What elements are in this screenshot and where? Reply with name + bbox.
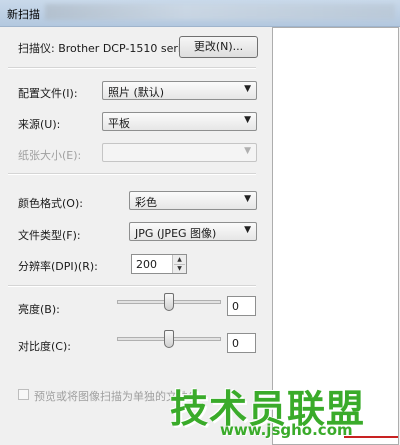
separator: [8, 285, 256, 287]
profile-label: 配置文件(I):: [18, 87, 78, 100]
source-label: 来源(U):: [18, 118, 61, 131]
title-bar: 新扫描: [0, 0, 400, 27]
color-format-label: 颜色格式(O):: [18, 197, 83, 210]
resolution-label: 分辨率(DPI)(R):: [18, 260, 98, 273]
watermark-url: www.jsgho.com: [220, 421, 353, 439]
title-bar-blur: [45, 4, 395, 20]
separate-files-checkbox[interactable]: [18, 389, 29, 400]
chevron-down-icon: ▼: [244, 225, 251, 235]
paper-size-select[interactable]: ▼: [102, 143, 257, 162]
chevron-down-icon: ▼: [244, 194, 251, 204]
contrast-value[interactable]: 0: [227, 333, 256, 353]
chevron-down-icon: ▼: [244, 84, 251, 94]
separator: [8, 67, 256, 69]
profile-value: 照片 (默认): [108, 86, 165, 99]
file-type-label: 文件类型(F):: [18, 229, 81, 242]
separator: [8, 173, 256, 175]
brightness-slider-thumb[interactable]: [164, 293, 174, 311]
brightness-label: 亮度(B):: [18, 303, 60, 316]
source-value: 平板: [108, 117, 130, 130]
contrast-label: 对比度(C):: [18, 340, 71, 353]
profile-select[interactable]: 照片 (默认) ▼: [102, 81, 257, 100]
color-format-value: 彩色: [135, 196, 157, 209]
chevron-down-icon: ▼: [244, 115, 251, 125]
resolution-spinbox[interactable]: 200 ▲ ▼: [131, 254, 187, 274]
chevron-down-icon: ▼: [244, 146, 251, 156]
arrow-down-icon[interactable]: ▼: [174, 264, 185, 273]
resolution-value: 200: [136, 258, 157, 271]
change-scanner-button[interactable]: 更改(N)...: [179, 36, 258, 58]
file-type-value: JPG (JPEG 图像): [135, 227, 217, 240]
brightness-value[interactable]: 0: [227, 296, 256, 316]
scanner-label: 扫描仪: Brother DCP-1510 series: [18, 42, 194, 55]
contrast-slider-thumb[interactable]: [164, 330, 174, 348]
file-type-select[interactable]: JPG (JPEG 图像) ▼: [129, 222, 257, 241]
source-select[interactable]: 平板 ▼: [102, 112, 257, 131]
window-title: 新扫描: [7, 8, 40, 21]
paper-size-label: 纸张大小(E):: [18, 149, 82, 162]
color-format-select[interactable]: 彩色 ▼: [129, 191, 257, 210]
